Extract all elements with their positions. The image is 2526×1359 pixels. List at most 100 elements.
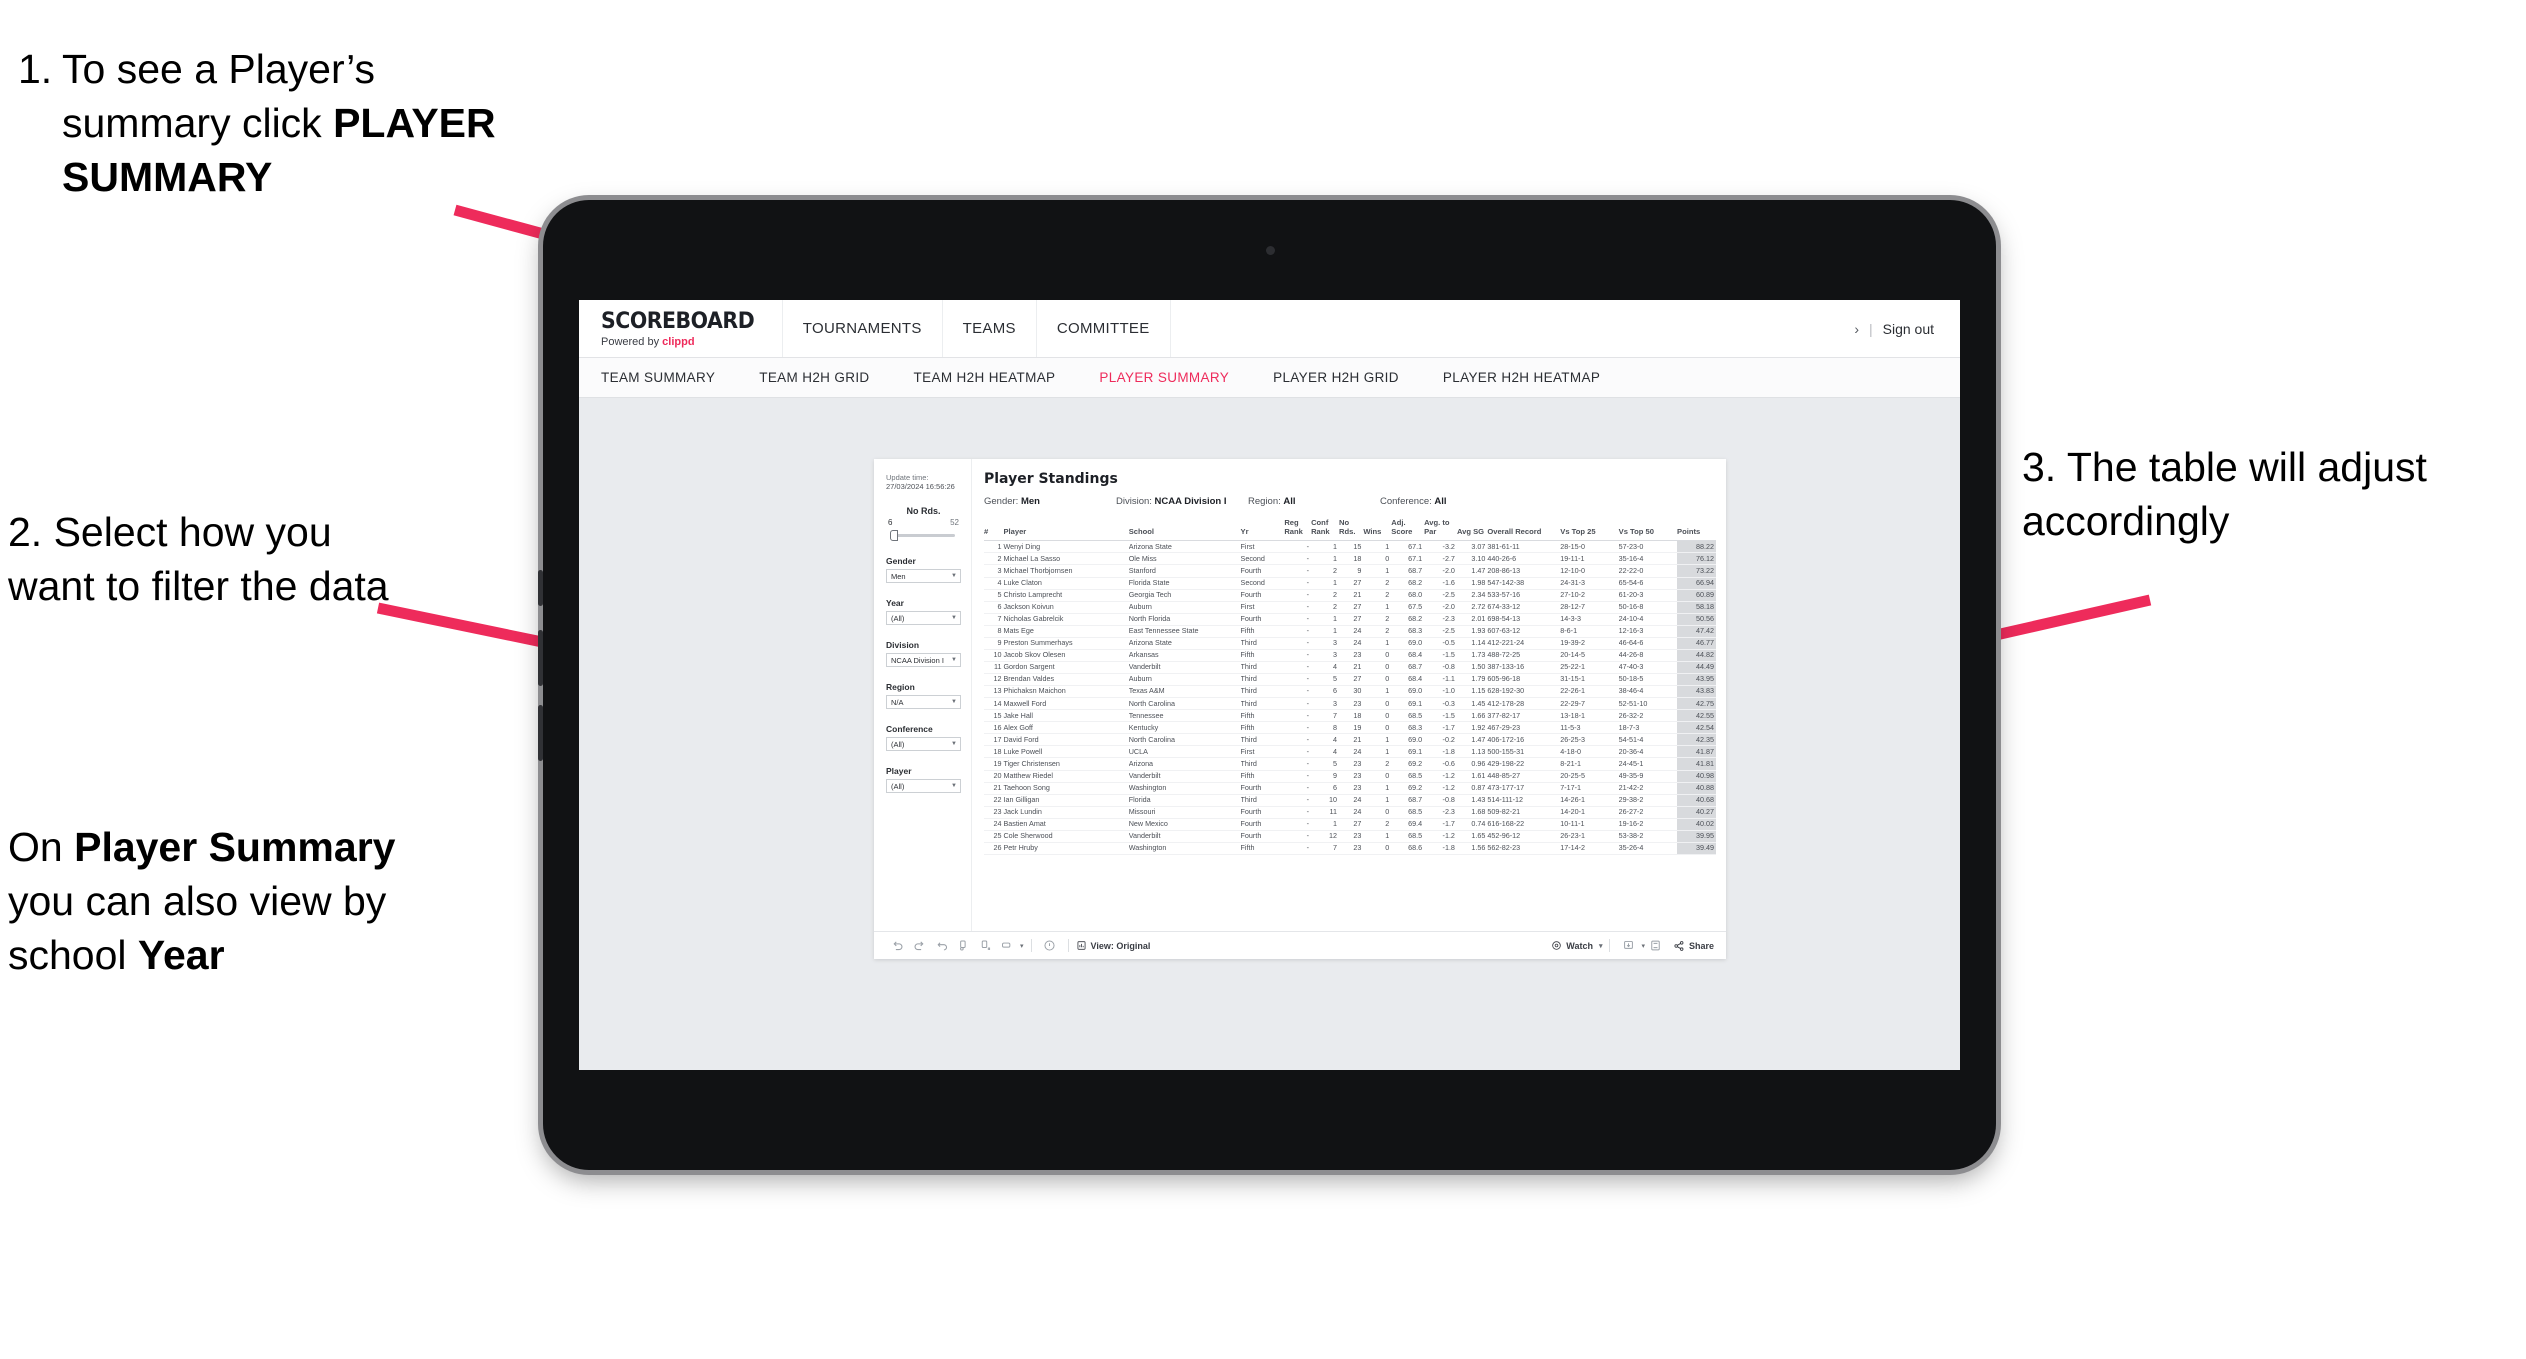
table-cell: 35-26-4 [1618, 842, 1677, 855]
subnav-item-player-h2h-heatmap[interactable]: PLAYER H2H HEATMAP [1421, 370, 1622, 385]
table-column-header[interactable]: No Rds. [1339, 518, 1364, 542]
no-rounds-slider[interactable] [886, 529, 961, 541]
table-row[interactable]: 3 Michael Thorbjornsen Stanford Fourth -2 9 1 6… [984, 564, 1716, 578]
table-row[interactable]: 16 Alex Goff Kentucky Fifth -8 19 0 68.3 -1.7 1.9… [984, 721, 1716, 735]
topnav-item-teams[interactable]: TEAMS [943, 300, 1037, 357]
table-cell: 1.65 [1456, 830, 1488, 843]
filter-player-select[interactable]: (All) ▼ [886, 779, 961, 793]
table-column-header[interactable]: Adj. Score [1391, 518, 1425, 542]
topnav-item-tournaments[interactable]: TOURNAMENTS [781, 300, 943, 357]
table-column-header[interactable]: Points [1677, 519, 1716, 542]
table-cell: 73.22 [1677, 564, 1716, 578]
table-cell: 1.92 [1456, 721, 1488, 735]
filter-year-select[interactable]: (All) ▼ [886, 611, 961, 625]
pause-auto-update-icon[interactable] [974, 936, 996, 956]
table-row[interactable]: 10 Jacob Skov Olesen Arkansas Fifth -3 23 0 68.… [984, 649, 1716, 662]
table-row[interactable]: 26 Petr Hruby Washington Fifth -7 23 0 68.6 -1.8… [984, 842, 1716, 855]
table-row[interactable]: 5 Christo Lamprecht Georgia Tech Fourth -2 21… [984, 589, 1716, 602]
refresh-data-icon[interactable] [952, 936, 974, 956]
table-row[interactable]: 2 Michael La Sasso Ole Miss Second -1 18 0 67.1… [984, 552, 1716, 566]
device-layout-icon[interactable] [996, 936, 1018, 956]
table-cell: 26-32-2 [1618, 709, 1677, 723]
table-column-header[interactable]: Vs Top 50 [1618, 519, 1677, 542]
power-button[interactable] [538, 570, 543, 606]
table-row[interactable]: 21 Taehoon Song Washington Fourth -6 23 1 69.2-… [984, 782, 1716, 795]
table-cell: Alex Goff [1003, 721, 1129, 735]
subnav-item-team-h2h-heatmap[interactable]: TEAM H2H HEATMAP [892, 370, 1078, 385]
table-row[interactable]: 6 Jackson Koivun Auburn First -2 27 1 67.5 -2.0 2… [984, 601, 1716, 614]
table-row[interactable]: 18 Luke Powell UCLA First -4 24 1 69.1 -1.8 1.13 5… [984, 745, 1716, 759]
table-row[interactable]: 11 Gordon Sargent Vanderbilt Third -4 21 0 68.7… [984, 661, 1716, 675]
table-row[interactable]: 7 Nicholas Gabrelcik North Florida Fourth -1… [984, 613, 1716, 626]
table-cell: Fourth [1240, 818, 1285, 831]
table-cell: 25 [984, 830, 1004, 843]
subnav-item-player-summary[interactable]: PLAYER SUMMARY [1077, 370, 1251, 385]
filter-conference-select[interactable]: (All) ▼ [886, 737, 961, 751]
volume-up-button[interactable] [538, 630, 543, 686]
chevron-down-icon: ▼ [951, 741, 957, 747]
undo-icon[interactable] [886, 936, 908, 956]
table-cell: - [1284, 782, 1312, 795]
subnav-item-team-h2h-grid[interactable]: TEAM H2H GRID [737, 370, 891, 385]
chevron-down-icon[interactable]: ▾ [1020, 942, 1024, 950]
table-column-header[interactable]: School [1128, 519, 1241, 542]
help-icon[interactable] [1039, 936, 1061, 956]
table-column-header[interactable]: Player [1003, 519, 1129, 542]
table-row[interactable]: 4 Luke Claton Florida State Second -1 27 2 68.2… [984, 577, 1716, 590]
redo-icon[interactable] [908, 936, 930, 956]
table-row[interactable]: 15 Jake Hall Tennessee Fifth -7 18 0 68.5 -1.5 1.… [984, 709, 1716, 723]
fullscreen-icon[interactable] [1645, 936, 1667, 956]
table-cell: 0 [1363, 649, 1392, 662]
table-cell: 69.4 [1391, 818, 1425, 831]
subnav-item-player-h2h-grid[interactable]: PLAYER H2H GRID [1251, 370, 1421, 385]
download-icon[interactable] [1617, 936, 1639, 956]
table-row[interactable]: 25 Cole Sherwood Vanderbilt Fourth -12 23 1 68.… [984, 830, 1716, 843]
table-row[interactable]: 23 Jack Lundin Missouri Fourth -11 24 0 68.5 -2.… [984, 806, 1716, 819]
table-row[interactable]: 20 Matthew Riedel Vanderbilt Fifth -9 23 0 68.5… [984, 770, 1716, 783]
app-logo[interactable]: SCOREBOARD Powered by clippd [579, 300, 782, 357]
table-row[interactable]: 19 Tiger Christensen Arizona Third -5 23 2 69.2… [984, 757, 1716, 771]
subnav-item-team-summary[interactable]: TEAM SUMMARY [601, 370, 737, 385]
watch-button[interactable]: Watch ▾ [1551, 940, 1602, 951]
table-cell: 24 [1339, 794, 1364, 807]
chevron-right-icon[interactable]: › [1854, 321, 1859, 337]
table-column-header[interactable]: Overall Record [1487, 519, 1561, 542]
table-row[interactable]: 13 Phichaksn Maichon Texas A&M Third -6 30 1 69… [984, 685, 1716, 699]
volume-down-button[interactable] [538, 705, 543, 761]
table-cell: 562-82-23 [1487, 842, 1561, 855]
table-cell: Maxwell Ford [1003, 697, 1129, 711]
table-cell: 44.49 [1677, 661, 1716, 675]
table-column-header[interactable]: Avg SG [1456, 519, 1488, 542]
table-column-header[interactable]: # [984, 519, 1004, 542]
table-row[interactable]: 24 Bastien Amat New Mexico Fourth -1 27 2 69.4-… [984, 818, 1716, 831]
sign-out-link[interactable]: Sign out [1883, 321, 1934, 337]
view-original-button[interactable]: View: Original [1076, 940, 1150, 951]
table-row[interactable]: 8 Mats Ege East Tennessee State Fifth -1 24 2 6… [984, 625, 1716, 638]
table-cell: -1.2 [1424, 770, 1457, 783]
table-column-header[interactable]: Wins [1363, 519, 1392, 542]
table-column-header[interactable]: Conf Rank [1311, 518, 1340, 542]
logo-tagline-prefix: Powered by [601, 336, 663, 348]
table-cell: Arizona [1128, 757, 1241, 771]
table-cell: 68.4 [1391, 673, 1425, 687]
revert-icon[interactable] [930, 936, 952, 956]
table-column-header[interactable]: Avg. to Par [1424, 518, 1457, 542]
table-cell: 68.2 [1391, 577, 1425, 590]
slider-handle[interactable] [890, 530, 898, 541]
table-row[interactable]: 1 Wenyi Ding Arizona State First -1 15 1 67.1 -3… [984, 540, 1716, 554]
table-column-header[interactable]: Reg Rank [1284, 518, 1312, 542]
share-button[interactable]: Share [1673, 940, 1714, 952]
topnav-item-committee[interactable]: COMMITTEE [1037, 300, 1171, 357]
table-row[interactable]: 12 Brendan Valdes Auburn Third -5 27 0 68.4 -1.1… [984, 673, 1716, 687]
table-column-header[interactable]: Yr [1240, 519, 1285, 542]
table-cell: 68.7 [1391, 794, 1425, 807]
table-row[interactable]: 14 Maxwell Ford North Carolina Third -3 23 0 69… [984, 697, 1716, 711]
table-column-header[interactable]: Vs Top 25 [1560, 519, 1619, 542]
table-row[interactable]: 22 Ian Gilligan Florida Third -10 24 1 68.7 -0.8… [984, 794, 1716, 807]
filter-region-select[interactable]: N/A ▼ [886, 695, 961, 709]
filter-gender-select[interactable]: Men ▼ [886, 569, 961, 583]
table-row[interactable]: 17 David Ford North Carolina Third -4 21 1 69.0… [984, 733, 1716, 747]
table-cell: 68.6 [1391, 842, 1425, 855]
table-row[interactable]: 9 Preston Summerhays Arizona State Third -3 2… [984, 637, 1716, 650]
filter-division-select[interactable]: NCAA Division I ▼ [886, 653, 961, 667]
